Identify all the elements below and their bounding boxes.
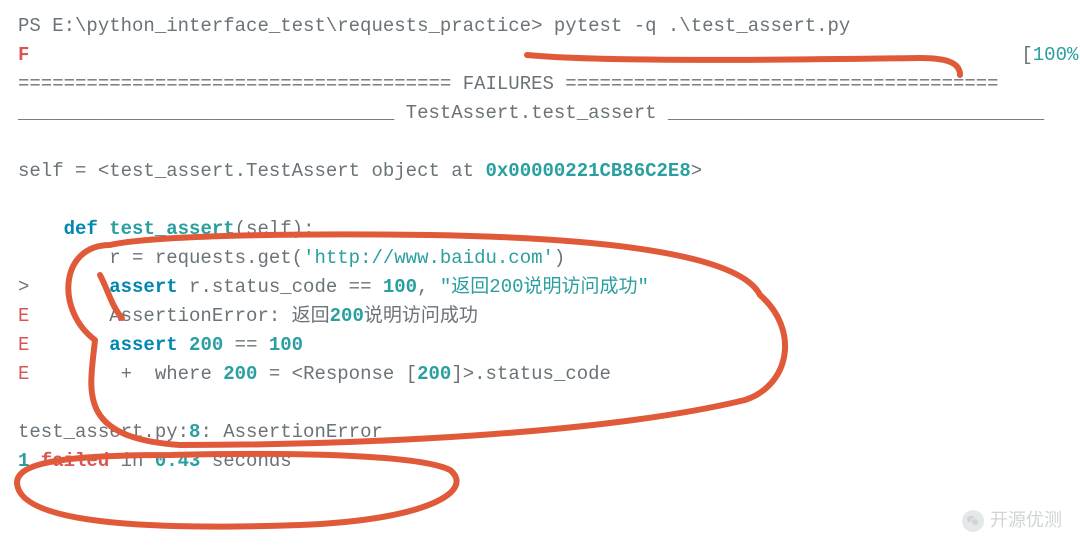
requests-call: r = requests.get(	[109, 247, 303, 269]
failures-divider-left: ======================================	[18, 73, 463, 95]
blank-line	[18, 189, 29, 211]
self-repr-post: >	[691, 160, 702, 182]
error-marker: E	[18, 334, 109, 356]
terminal-output: PS E:\python_interface_test\requests_pra…	[0, 0, 1080, 488]
pct-bracket-open: [	[1021, 44, 1032, 66]
test-name: TestAssert.test_assert	[406, 102, 657, 124]
test-divider-left: _________________________________	[18, 102, 406, 124]
fail-count: 1	[18, 450, 29, 472]
assert-message: "返回200说明访问成功"	[440, 276, 649, 298]
assert-keyword: assert	[109, 276, 177, 298]
fail-marker: F	[18, 44, 29, 66]
error-marker: E	[18, 363, 121, 385]
fn-params: (self):	[235, 218, 315, 240]
assertion-error-pre: AssertionError: 返回	[109, 305, 329, 327]
error-location-post: : AssertionError	[200, 421, 382, 443]
fail-pointer: >	[18, 276, 109, 298]
seconds-word: seconds	[200, 450, 291, 472]
test-divider-right: _________________________________	[657, 102, 1045, 124]
object-address: 0x00000221CB86C2E8	[485, 160, 690, 182]
failed-word: failed	[29, 450, 109, 472]
expected-num: 100	[383, 276, 417, 298]
watermark-text: 开源优测	[990, 506, 1062, 535]
ps-prompt: PS E:\python_interface_test\requests_pra…	[18, 15, 554, 37]
self-repr-pre: self = <test_assert.TestAssert object at	[18, 160, 485, 182]
function-name: test_assert	[109, 218, 234, 240]
duration: 0.43	[155, 450, 201, 472]
error-line-number: 8	[189, 421, 200, 443]
assert-keyword: assert	[109, 334, 177, 356]
blank-line	[18, 392, 29, 414]
wechat-icon	[962, 510, 984, 532]
url-string: 'http://www.baidu.com'	[303, 247, 554, 269]
failures-divider-right: ======================================	[554, 73, 999, 95]
blank-line	[18, 131, 29, 153]
where-clause: + where	[121, 363, 224, 385]
watermark: 开源优测	[962, 506, 1062, 535]
progress-percent: 100%	[1033, 44, 1079, 66]
def-keyword: def	[64, 218, 98, 240]
error-marker: E	[18, 305, 109, 327]
error-location-pre: test_assert.py:	[18, 421, 189, 443]
failures-label: FAILURES	[463, 73, 554, 95]
command-text: pytest -q .\test_assert.py	[554, 15, 850, 37]
